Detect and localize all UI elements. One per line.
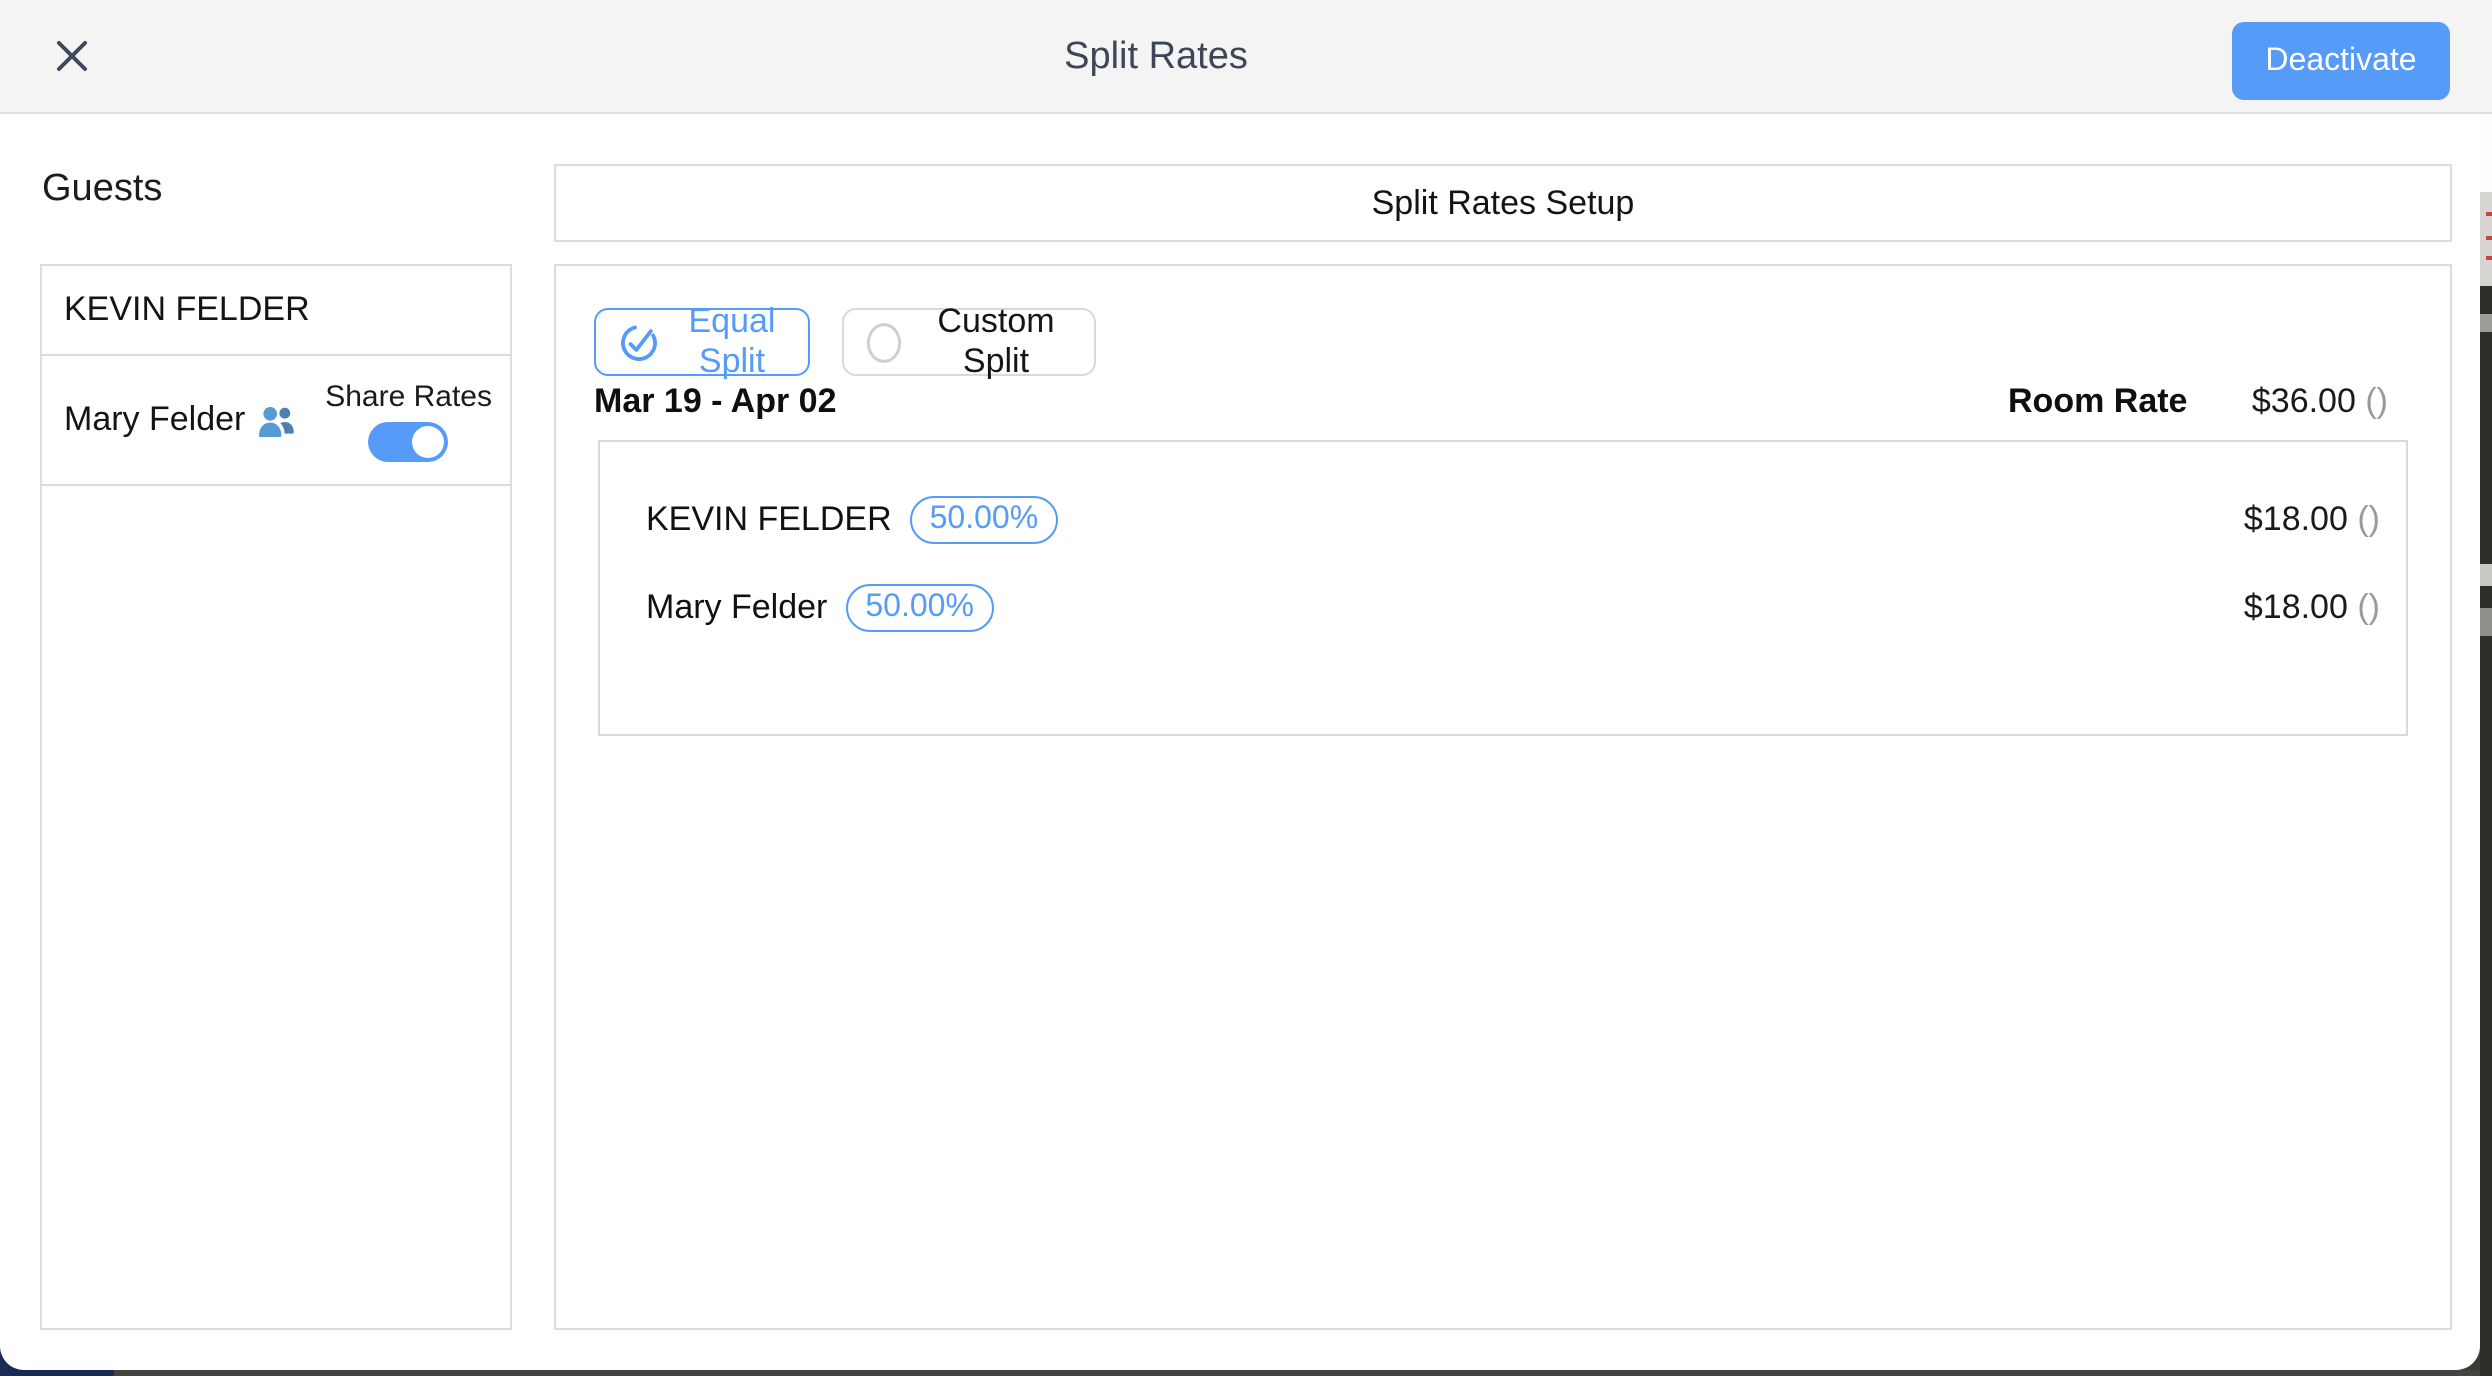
split-amount-value: $18.00 xyxy=(2244,588,2348,626)
modal-title: Split Rates xyxy=(1064,0,1248,114)
guest-row-linked[interactable]: Mary Felder Share Rates xyxy=(42,356,510,486)
split-amount-suffix: () xyxy=(2357,588,2380,626)
background-page-sliver-right xyxy=(2480,114,2492,1376)
guest-splits-box: KEVIN FELDER 50.00% $18.00 () Mary Felde… xyxy=(598,440,2408,736)
radio-circle-icon xyxy=(866,321,902,363)
split-percent-pill[interactable]: 50.00% xyxy=(845,584,994,632)
background-page-sliver-bottom xyxy=(114,1370,2492,1376)
share-rates-toggle[interactable] xyxy=(369,421,449,461)
share-rates-control: Share Rates xyxy=(325,379,492,461)
room-rate-amount: $36.00 xyxy=(2252,382,2356,420)
split-amount: $18.00 () xyxy=(2244,588,2380,628)
background-fragment xyxy=(2486,212,2492,216)
guest-row-primary[interactable]: KEVIN FELDER xyxy=(42,266,510,356)
room-rate-label: Room Rate xyxy=(2008,382,2187,422)
modal-topbar: Split Rates Deactivate xyxy=(0,0,2492,114)
split-rates-modal: Guests KEVIN FELDER Mary Felder xyxy=(0,0,2492,1376)
date-range: Mar 19 - Apr 02 xyxy=(594,382,837,422)
shared-guests-icon xyxy=(255,403,295,437)
setup-header: Split Rates Setup xyxy=(554,164,2452,242)
setup-panel: Equal Split Custom Split Mar 19 - Apr 02… xyxy=(554,264,2452,1330)
split-row-kevin: KEVIN FELDER 50.00% $18.00 () xyxy=(646,476,2380,564)
toggle-knob xyxy=(413,425,445,457)
share-rates-label: Share Rates xyxy=(325,379,492,413)
primary-guest-name: KEVIN FELDER xyxy=(64,290,310,330)
guests-list: KEVIN FELDER Mary Felder xyxy=(40,264,512,1330)
split-amount-suffix: () xyxy=(2357,500,2380,538)
setup-title: Split Rates Setup xyxy=(1372,183,1635,223)
close-icon[interactable] xyxy=(44,28,100,84)
linked-guest-name: Mary Felder xyxy=(64,400,245,440)
background-fragment xyxy=(2486,236,2492,240)
split-percent-pill[interactable]: 50.00% xyxy=(910,496,1059,544)
custom-split-button[interactable]: Custom Split xyxy=(842,308,1096,376)
split-guest-name: KEVIN FELDER xyxy=(646,500,892,540)
background-fragment xyxy=(2480,608,2492,636)
check-circle-icon xyxy=(618,321,660,363)
modal-body: Guests KEVIN FELDER Mary Felder xyxy=(0,114,2480,1370)
deactivate-button[interactable]: Deactivate xyxy=(2232,22,2450,100)
background-fragment xyxy=(2480,114,2492,192)
equal-split-label: Equal Split xyxy=(678,302,786,382)
custom-split-label: Custom Split xyxy=(920,302,1072,382)
room-rate-value: $36.00 () xyxy=(2252,382,2388,422)
guests-heading: Guests xyxy=(42,168,162,212)
background-fragment xyxy=(2480,314,2492,332)
split-amount: $18.00 () xyxy=(2244,500,2380,540)
split-amount-value: $18.00 xyxy=(2244,500,2348,538)
split-guest-name: Mary Felder xyxy=(646,588,827,628)
background-fragment xyxy=(2480,564,2492,586)
split-row-mary: Mary Felder 50.00% $18.00 () xyxy=(646,564,2380,652)
room-rate-suffix: () xyxy=(2365,382,2388,420)
equal-split-button[interactable]: Equal Split xyxy=(594,308,810,376)
background-fragment xyxy=(2486,256,2492,260)
